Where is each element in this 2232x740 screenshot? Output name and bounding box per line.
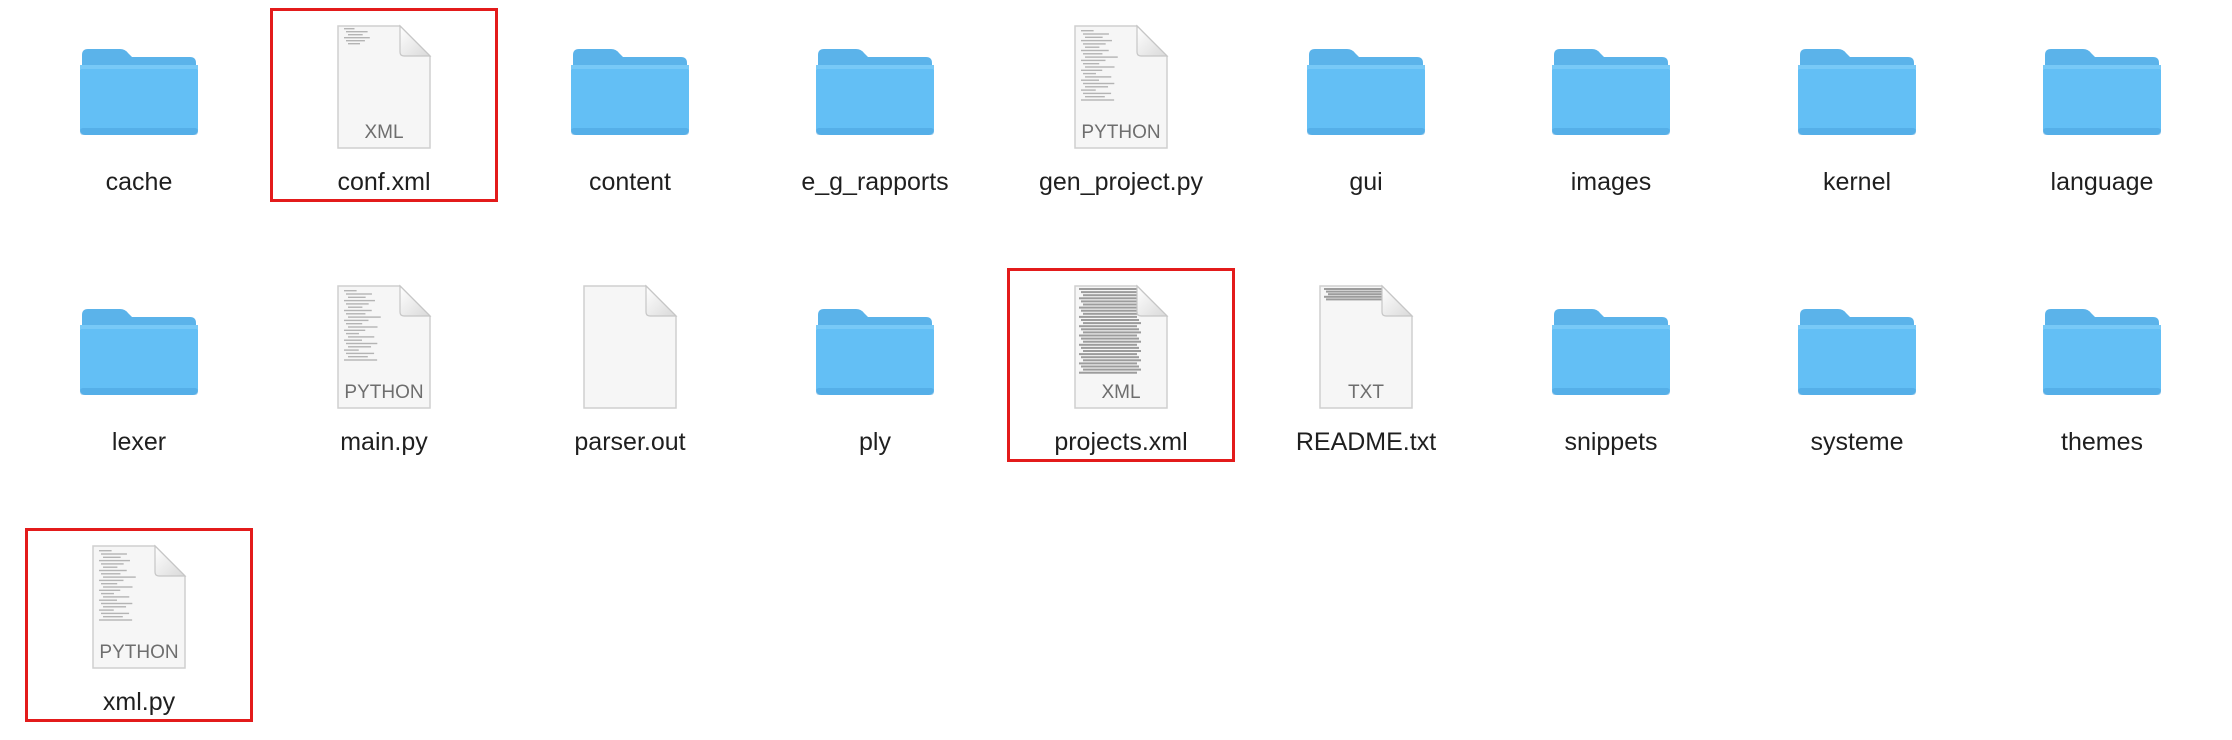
item-name-label[interactable]: kernel (1757, 167, 1957, 197)
folder-icon[interactable] (2039, 286, 2165, 412)
file-item[interactable]: TXT README.txt (1266, 274, 1466, 474)
folder-icon[interactable] (812, 286, 938, 412)
file-item[interactable]: parser.out (530, 274, 730, 474)
folder-icon[interactable] (567, 26, 693, 152)
folder-item[interactable]: images (1511, 14, 1711, 214)
item-name-label[interactable]: e_g_rapports (775, 167, 975, 197)
python-document-icon[interactable]: PYTHON (321, 284, 447, 412)
item-name-label[interactable]: xml.py (39, 687, 239, 717)
item-name-label[interactable]: README.txt (1266, 427, 1466, 457)
svg-text:XML: XML (1101, 382, 1140, 403)
item-name-label[interactable]: content (530, 167, 730, 197)
file-item[interactable]: PYTHON gen_project.py (1021, 14, 1221, 214)
item-name-label[interactable]: cache (39, 167, 239, 197)
folder-item[interactable]: lexer (39, 274, 239, 474)
folder-item[interactable]: themes (2002, 274, 2202, 474)
svg-text:PYTHON: PYTHON (99, 642, 178, 663)
item-name-label[interactable]: main.py (284, 427, 484, 457)
file-item[interactable]: XML projects.xml (1021, 274, 1221, 474)
text-document-icon[interactable]: TXT (1303, 284, 1429, 412)
item-name-label[interactable]: ply (775, 427, 975, 457)
item-name-label[interactable]: lexer (39, 427, 239, 457)
item-name-label[interactable]: images (1511, 167, 1711, 197)
folder-item[interactable]: content (530, 14, 730, 214)
folder-item[interactable]: ply (775, 274, 975, 474)
folder-item[interactable]: systeme (1757, 274, 1957, 474)
item-name-label[interactable]: conf.xml (284, 167, 484, 197)
folder-item[interactable]: kernel (1757, 14, 1957, 214)
xml-document-icon[interactable]: XML (1058, 284, 1184, 412)
file-item[interactable]: PYTHON xml.py (39, 534, 239, 734)
item-name-label[interactable]: themes (2002, 427, 2202, 457)
item-name-label[interactable]: parser.out (530, 427, 730, 457)
file-item[interactable]: XML conf.xml (284, 14, 484, 214)
folder-item[interactable]: gui (1266, 14, 1466, 214)
blank-document-icon[interactable] (567, 284, 693, 412)
svg-text:PYTHON: PYTHON (1081, 122, 1160, 143)
folder-item[interactable]: snippets (1511, 274, 1711, 474)
folder-item[interactable]: cache (39, 14, 239, 214)
file-item[interactable]: PYTHON main.py (284, 274, 484, 474)
item-name-label[interactable]: projects.xml (1021, 427, 1221, 457)
file-icon-grid: cache XML conf.xml content e_g_rapports (0, 0, 2232, 740)
folder-icon[interactable] (1794, 26, 1920, 152)
folder-icon[interactable] (1548, 286, 1674, 412)
svg-text:PYTHON: PYTHON (344, 382, 423, 403)
python-document-icon[interactable]: PYTHON (76, 544, 202, 672)
folder-icon[interactable] (1303, 26, 1429, 152)
item-name-label[interactable]: language (2002, 167, 2202, 197)
svg-text:XML: XML (364, 122, 403, 143)
folder-icon[interactable] (812, 26, 938, 152)
folder-icon[interactable] (2039, 26, 2165, 152)
python-document-icon[interactable]: PYTHON (1058, 24, 1184, 152)
item-name-label[interactable]: systeme (1757, 427, 1957, 457)
xml-document-icon[interactable]: XML (321, 24, 447, 152)
folder-icon[interactable] (1794, 286, 1920, 412)
item-name-label[interactable]: gui (1266, 167, 1466, 197)
item-name-label[interactable]: gen_project.py (1021, 167, 1221, 197)
folder-icon[interactable] (1548, 26, 1674, 152)
folder-item[interactable]: language (2002, 14, 2202, 214)
item-name-label[interactable]: snippets (1511, 427, 1711, 457)
folder-item[interactable]: e_g_rapports (775, 14, 975, 214)
folder-icon[interactable] (76, 286, 202, 412)
svg-text:TXT: TXT (1348, 382, 1384, 403)
folder-icon[interactable] (76, 26, 202, 152)
